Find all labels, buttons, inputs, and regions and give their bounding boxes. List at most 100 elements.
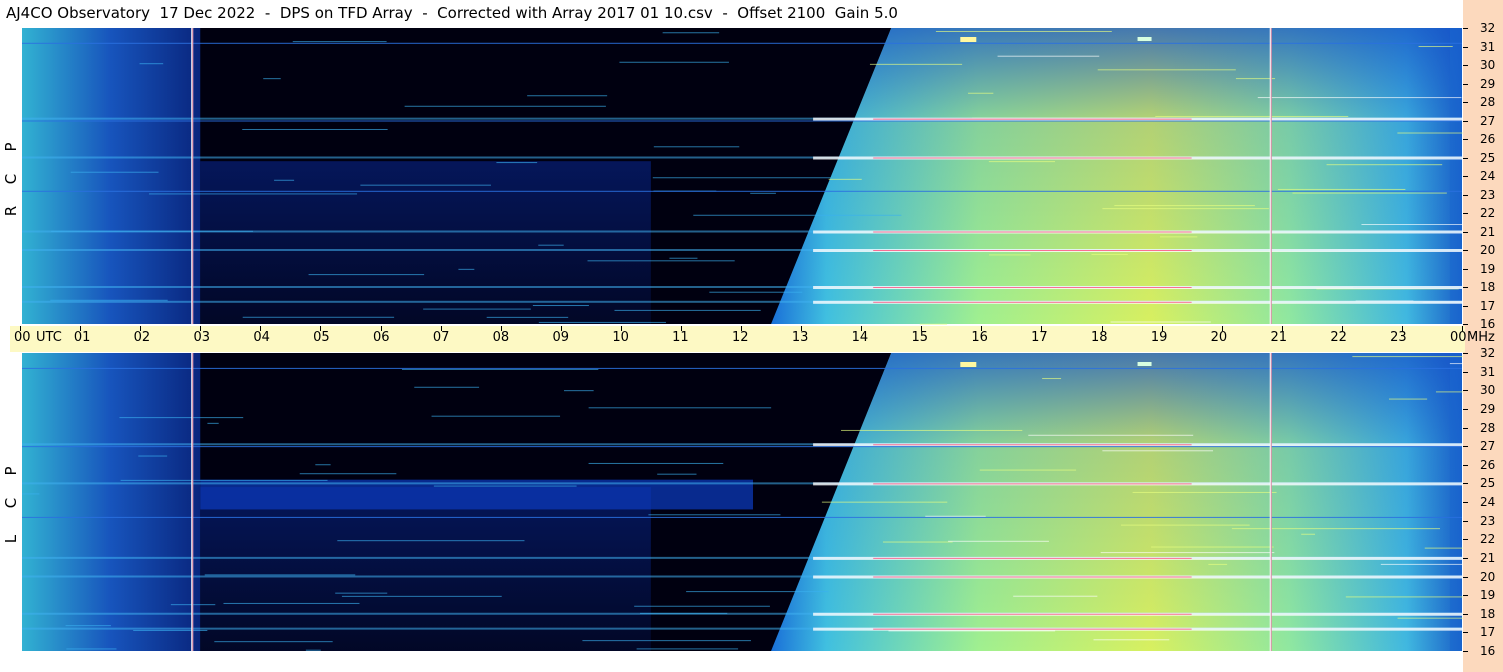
interference-band-red: [873, 557, 1192, 559]
frequency-tick: [1463, 595, 1468, 597]
time-tick-label: 03: [193, 330, 211, 345]
noise-streak: [148, 193, 358, 195]
time-tick: [921, 326, 923, 331]
noise-streak: [1091, 253, 1128, 255]
noise-streak: [337, 540, 525, 542]
time-tick: [1101, 326, 1103, 331]
interference-band-red: [873, 287, 1192, 288]
frequency-tick-label: 16: [1480, 644, 1496, 658]
polarization-letter: C: [2, 173, 20, 185]
frequency-tick: [1463, 305, 1468, 307]
frequency-tick-label: 24: [1480, 495, 1496, 509]
noise-streak: [527, 95, 608, 97]
noise-streak: [433, 485, 577, 487]
time-tick: [560, 326, 562, 331]
frequency-tick: [1463, 408, 1468, 410]
noise-streak: [750, 192, 776, 194]
noise-streak: [315, 464, 331, 466]
frequency-tick: [1463, 157, 1468, 159]
noise-streak: [1208, 563, 1228, 565]
noise-streak: [1159, 236, 1198, 238]
time-tick: [680, 326, 682, 331]
noise-streak: [50, 299, 168, 301]
title-bar: AJ4CO Observatory 17 Dec 2022 - DPS on T…: [0, 0, 1463, 26]
noise-streak: [335, 592, 388, 594]
noise-streak: [821, 501, 948, 503]
noise-streak: [65, 625, 111, 627]
carrier-line: [20, 120, 1462, 122]
noise-streak: [636, 648, 739, 650]
frequency-tick-label: 32: [1480, 21, 1496, 35]
noise-streak: [1100, 552, 1275, 554]
noise-streak: [431, 415, 561, 417]
late-fade: [1449, 353, 1462, 651]
time-tick: [801, 326, 803, 331]
frequency-tick: [1463, 483, 1468, 485]
frequency-tick-label: 31: [1480, 39, 1496, 54]
frequency-tick: [1463, 102, 1468, 103]
time-tick: [620, 326, 622, 331]
interference-band-red: [873, 444, 1192, 446]
time-tick: [861, 326, 863, 331]
frequency-tick-label: 28: [1480, 95, 1496, 109]
noise-streak: [242, 316, 395, 318]
noise-streak: [935, 30, 1112, 32]
frequency-tick-label: 32: [1480, 346, 1496, 360]
early-region: [20, 28, 201, 324]
frequency-tick-label: 23: [1480, 513, 1496, 528]
frequency-tick-label: 17: [1480, 298, 1496, 313]
noise-streak: [869, 63, 963, 65]
frequency-tick: [1463, 502, 1468, 503]
noise-streak: [1397, 132, 1473, 134]
frequency-tick-label: 18: [1480, 280, 1496, 294]
noise-streak: [1292, 192, 1447, 194]
noise-streak: [341, 595, 502, 597]
noise-streak: [133, 629, 208, 631]
frequency-tick-label: 28: [1480, 420, 1496, 435]
noise-streak: [1013, 595, 1098, 597]
solar-blip: [1137, 362, 1152, 366]
frequency-tick: [1463, 613, 1468, 615]
noise-streak: [1277, 188, 1406, 190]
frequency-tick-label: 29: [1480, 76, 1496, 91]
frequency-tick-label: 19: [1480, 588, 1496, 603]
carrier-line: [20, 190, 1462, 192]
time-tick-label: 20: [1210, 330, 1228, 345]
time-tick: [1462, 326, 1463, 331]
frequency-tick-label: 31: [1480, 364, 1496, 379]
noise-streak: [1231, 528, 1440, 530]
frequency-tick: [1463, 176, 1468, 177]
frequency-tick-label: 30: [1480, 58, 1496, 72]
frequency-tick: [1463, 464, 1468, 466]
time-tick: [1281, 326, 1283, 331]
time-tick-label: 04: [253, 330, 270, 345]
time-tick-label: 19: [1150, 330, 1168, 345]
time-tick-label: 06: [373, 330, 390, 345]
noise-streak: [686, 591, 829, 593]
noise-streak: [496, 162, 538, 164]
page-title: AJ4CO Observatory 17 Dec 2022 - DPS on T…: [6, 4, 898, 22]
noise-streak: [401, 368, 599, 370]
frequency-tick-label: 26: [1480, 457, 1496, 472]
frequency-tick-label: 27: [1480, 439, 1496, 454]
time-tick-label: 23: [1390, 330, 1407, 345]
frequency-tick: [1463, 213, 1468, 214]
time-tick: [80, 326, 82, 331]
polarization-letter: L: [2, 534, 20, 544]
noise-streak: [1110, 321, 1211, 323]
interference-band-red: [873, 628, 1192, 630]
frequency-tick: [1463, 427, 1468, 429]
time-tick: [380, 326, 382, 331]
noise-streak: [653, 146, 740, 148]
time-tick: [1341, 326, 1343, 331]
noise-streak: [709, 291, 803, 293]
frequency-tick: [1463, 250, 1468, 251]
frequency-tick: [1463, 28, 1468, 29]
time-tick-label: 10: [612, 330, 629, 345]
noise-streak: [458, 268, 475, 270]
frequency-tick-label: 22: [1480, 532, 1496, 547]
noise-streak: [882, 541, 953, 543]
noise-streak: [1418, 46, 1453, 48]
time-tick-label: 14: [851, 330, 869, 345]
noise-streak: [828, 178, 862, 180]
